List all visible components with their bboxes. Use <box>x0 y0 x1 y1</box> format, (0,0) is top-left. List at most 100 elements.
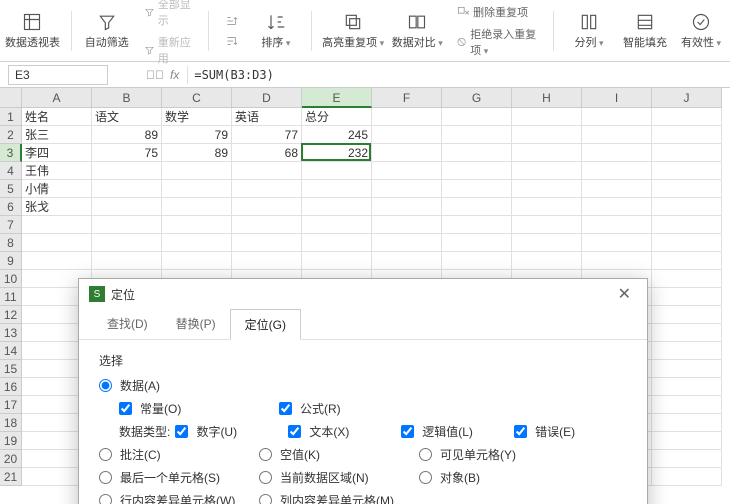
check-text[interactable]: 文本(X) <box>288 423 401 440</box>
check-formula[interactable]: 公式(R) <box>279 400 439 417</box>
cell[interactable] <box>302 198 372 216</box>
cell[interactable] <box>372 198 442 216</box>
column-headers[interactable]: ABCDEFGHIJ <box>22 88 722 108</box>
cell[interactable] <box>302 162 372 180</box>
show-all-button[interactable]: 全部显示 <box>140 0 196 30</box>
row-header-5[interactable]: 5 <box>0 180 22 198</box>
cell[interactable]: 79 <box>162 126 232 144</box>
row-header-18[interactable]: 18 <box>0 414 22 432</box>
cell[interactable]: 张三 <box>22 126 92 144</box>
cell[interactable] <box>652 180 722 198</box>
cell[interactable] <box>92 198 162 216</box>
cell[interactable]: 英语 <box>232 108 302 126</box>
cell[interactable] <box>512 234 582 252</box>
split-column-button[interactable]: 分列 ▾ <box>566 6 612 56</box>
check-logical[interactable]: 逻辑值(L) <box>401 423 514 440</box>
cell[interactable] <box>372 216 442 234</box>
cell[interactable] <box>372 162 442 180</box>
cell[interactable] <box>652 342 722 360</box>
cell[interactable] <box>442 216 512 234</box>
cell[interactable] <box>652 108 722 126</box>
col-header-A[interactable]: A <box>22 88 92 108</box>
cell[interactable] <box>652 414 722 432</box>
cell[interactable] <box>652 198 722 216</box>
cell[interactable] <box>232 216 302 234</box>
cell[interactable] <box>162 198 232 216</box>
cell[interactable] <box>652 270 722 288</box>
row-header-13[interactable]: 13 <box>0 324 22 342</box>
col-header-G[interactable]: G <box>442 88 512 108</box>
row-header-20[interactable]: 20 <box>0 450 22 468</box>
col-header-B[interactable]: B <box>92 88 162 108</box>
cell[interactable] <box>232 252 302 270</box>
radio-data[interactable]: 数据(A) <box>99 377 259 394</box>
row-header-12[interactable]: 12 <box>0 306 22 324</box>
cell[interactable] <box>442 144 512 162</box>
row-header-9[interactable]: 9 <box>0 252 22 270</box>
col-header-C[interactable]: C <box>162 88 232 108</box>
cell[interactable] <box>92 180 162 198</box>
cell[interactable] <box>232 180 302 198</box>
tab-goto[interactable]: 定位(G) <box>230 309 301 340</box>
cell[interactable] <box>512 126 582 144</box>
radio-col-diff[interactable]: 列内容差异单元格(M) <box>259 492 419 504</box>
cell[interactable] <box>652 162 722 180</box>
cell[interactable] <box>512 198 582 216</box>
cell[interactable] <box>162 162 232 180</box>
cell[interactable] <box>652 360 722 378</box>
radio-object[interactable]: 对象(B) <box>419 469 579 486</box>
zoom-icon[interactable]: �⃝ <box>146 68 164 82</box>
row-header-19[interactable]: 19 <box>0 432 22 450</box>
cell[interactable] <box>512 144 582 162</box>
row-header-21[interactable]: 21 <box>0 468 22 486</box>
cell[interactable] <box>512 180 582 198</box>
cell[interactable] <box>442 108 512 126</box>
sort-asc-button[interactable] <box>221 12 243 30</box>
pivot-table-button[interactable]: 数据透视表 <box>6 6 59 56</box>
radio-blank[interactable]: 空值(K) <box>259 446 419 463</box>
cell[interactable] <box>582 216 652 234</box>
cell[interactable] <box>372 126 442 144</box>
sort-desc-button[interactable] <box>221 32 243 50</box>
row-headers[interactable]: 123456789101112131415161718192021 <box>0 108 22 486</box>
col-header-H[interactable]: H <box>512 88 582 108</box>
cell[interactable] <box>582 198 652 216</box>
cell[interactable]: 王伟 <box>22 162 92 180</box>
cell[interactable]: 总分 <box>302 108 372 126</box>
cell[interactable]: 数学 <box>162 108 232 126</box>
auto-filter-button[interactable]: 自动筛选 <box>84 6 130 56</box>
cell[interactable] <box>442 126 512 144</box>
cell[interactable] <box>652 144 722 162</box>
formula-input[interactable]: =SUM(B3:D3) <box>187 66 730 84</box>
cell[interactable]: 232 <box>302 144 372 162</box>
col-header-J[interactable]: J <box>652 88 722 108</box>
cell[interactable]: 68 <box>232 144 302 162</box>
cell[interactable] <box>162 252 232 270</box>
cell[interactable] <box>512 216 582 234</box>
row-header-10[interactable]: 10 <box>0 270 22 288</box>
cell[interactable] <box>652 432 722 450</box>
cell[interactable] <box>372 180 442 198</box>
row-header-7[interactable]: 7 <box>0 216 22 234</box>
cell[interactable] <box>372 108 442 126</box>
cell[interactable] <box>372 252 442 270</box>
cell[interactable] <box>92 162 162 180</box>
row-header-1[interactable]: 1 <box>0 108 22 126</box>
cell[interactable] <box>162 234 232 252</box>
tab-replace[interactable]: 替换(P) <box>162 309 230 339</box>
cell[interactable] <box>652 468 722 486</box>
cell[interactable]: 张戈 <box>22 198 92 216</box>
cell[interactable] <box>372 144 442 162</box>
tab-find[interactable]: 查找(D) <box>93 309 162 339</box>
row-header-14[interactable]: 14 <box>0 342 22 360</box>
highlight-dup-button[interactable]: 高亮重复项 ▾ <box>324 6 383 56</box>
cell[interactable]: 语文 <box>92 108 162 126</box>
cell[interactable] <box>582 162 652 180</box>
cell[interactable] <box>582 126 652 144</box>
check-error[interactable]: 错误(E) <box>514 423 627 440</box>
cell[interactable] <box>372 234 442 252</box>
cell[interactable] <box>652 450 722 468</box>
select-all-corner[interactable] <box>0 88 22 108</box>
radio-last[interactable]: 最后一个单元格(S) <box>99 469 259 486</box>
cell[interactable] <box>302 252 372 270</box>
